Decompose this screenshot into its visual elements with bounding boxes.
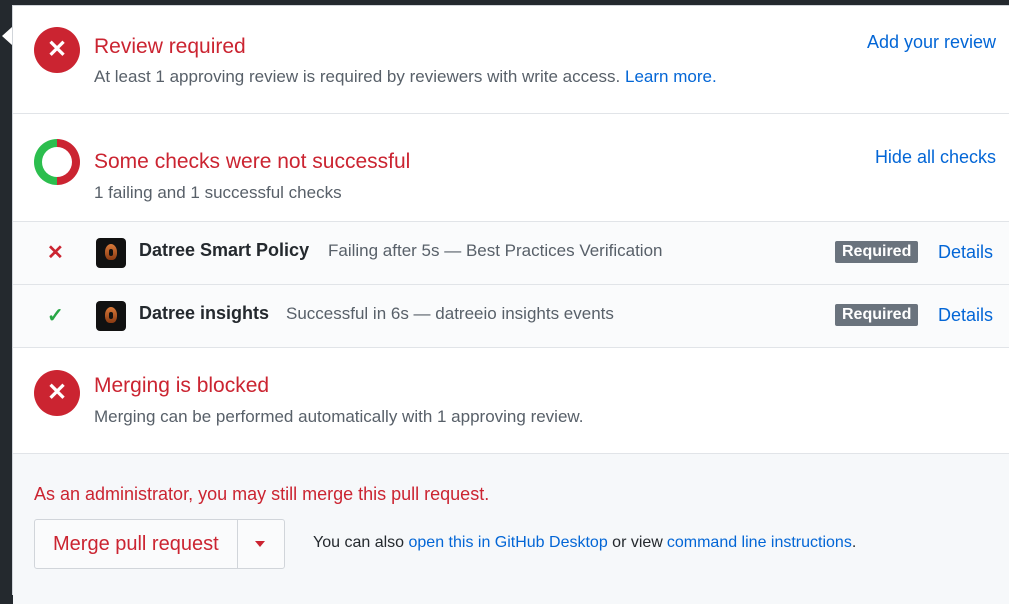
admin-note: As an administrator, you may still merge… [34,484,490,504]
add-review-link[interactable]: Add your review [867,32,996,53]
alt-middle: or view [612,534,663,551]
details-link[interactable]: Details [938,305,993,326]
check-row: ✕ Datree Smart Policy Failing after 5s —… [13,222,1009,285]
review-description: At least 1 approving review is required … [94,67,717,87]
merge-title: Merging is blocked [94,374,270,397]
success-check-icon: ✓ [47,305,64,327]
required-badge: Required [835,241,919,263]
required-badge: Required [835,304,919,326]
checks-description: 1 failing and 1 successful checks [94,183,342,202]
checks-section: Some checks were not successful 1 failin… [13,114,1009,222]
merge-blocked-x-icon: ✕ [34,370,80,416]
merge-button-group: Merge pull request [34,519,285,569]
command-line-link[interactable]: command line instructions [667,534,852,551]
github-desktop-link[interactable]: open this in GitHub Desktop [409,534,608,551]
review-x-icon: ✕ [34,27,80,73]
merge-description: Merging can be performed automatically w… [94,407,584,426]
datree-app-icon [96,238,126,268]
check-row: ✓ Datree insights Successful in 6s — dat… [13,285,1009,348]
check-status: Failing after 5s — Best Practices Verifi… [328,241,663,260]
review-title: Review required [94,35,246,58]
hide-all-checks-link[interactable]: Hide all checks [875,147,996,168]
check-status: Successful in 6s — datreeio insights eve… [286,304,614,323]
check-name: Datree Smart Policy [139,240,310,260]
check-name: Datree insights [139,303,270,323]
checks-status-donut-icon [34,139,80,185]
review-description-text: At least 1 approving review is required … [94,67,621,86]
alternative-merge-text: You can also open this in GitHub Desktop… [313,534,856,552]
learn-more-link[interactable]: Learn more. [625,67,717,86]
merge-blocked-section: ✕ Merging is blocked Merging can be perf… [13,348,1009,454]
merge-options-chevron-down-icon[interactable] [238,520,284,568]
merge-status-panel: ✕ Review required At least 1 approving r… [12,5,1009,604]
alt-prefix: You can also [313,534,405,551]
review-section: ✕ Review required At least 1 approving r… [13,6,1009,114]
failing-x-icon: ✕ [47,242,64,264]
alt-suffix: . [851,534,857,551]
merge-pull-request-button[interactable]: Merge pull request [35,520,238,568]
panel-pointer [2,27,12,45]
details-link[interactable]: Details [938,242,993,263]
datree-app-icon [96,301,126,331]
admin-merge-section: As an administrator, you may still merge… [13,454,1009,604]
checks-title: Some checks were not successful [94,150,411,173]
